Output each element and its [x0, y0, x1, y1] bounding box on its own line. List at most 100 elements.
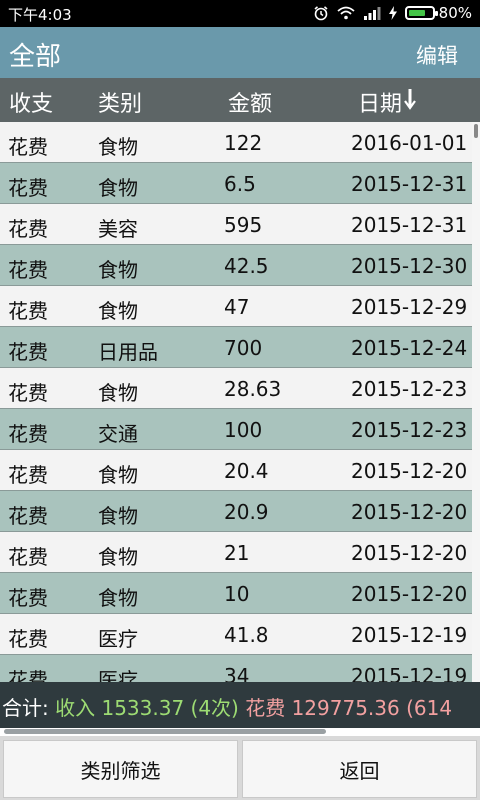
list-item[interactable]: 花费 美容 595 2015-12-31	[0, 204, 472, 245]
row-category: 食物	[98, 504, 138, 528]
row-category: 医疗	[98, 668, 138, 682]
totals-income: 收入 1533.37 (4次)	[55, 696, 239, 720]
row-amount: 6.5	[224, 172, 256, 196]
back-button[interactable]: 返回	[242, 740, 477, 798]
title-bar: 全部 编辑	[0, 27, 480, 78]
row-type: 花费	[8, 586, 48, 610]
arrow-down-icon	[404, 88, 416, 116]
status-icons: 80%	[313, 4, 472, 22]
row-category: 食物	[98, 586, 138, 610]
list-item[interactable]: 花费 食物 42.5 2015-12-30	[0, 245, 472, 286]
column-header: 收支 类别 金额 日期	[0, 78, 480, 122]
row-amount: 122	[224, 131, 263, 155]
wifi-icon	[337, 6, 355, 20]
row-category: 食物	[98, 135, 138, 159]
row-type: 花费	[8, 545, 48, 569]
bottom-button-bar: 类别筛选 返回	[0, 736, 480, 800]
row-category: 食物	[98, 299, 138, 323]
row-date: 2015-12-31	[351, 172, 468, 196]
column-header-amount[interactable]: 金额	[228, 86, 272, 118]
list-item[interactable]: 花费 食物 122 2016-01-01	[0, 122, 472, 163]
list-item[interactable]: 花费 食物 20.9 2015-12-20	[0, 491, 472, 532]
row-date: 2015-12-20	[351, 582, 468, 606]
row-category: 食物	[98, 463, 138, 487]
row-category: 食物	[98, 381, 138, 405]
status-bar: 下午4:03 80%	[0, 0, 480, 27]
totals-bar: 合计: 收入 1533.37 (4次) 花费 129775.36 (614	[0, 682, 480, 728]
row-amount: 47	[224, 295, 250, 319]
row-type: 花费	[8, 176, 48, 200]
row-type: 花费	[8, 381, 48, 405]
row-category: 食物	[98, 545, 138, 569]
row-amount: 595	[224, 213, 263, 237]
list-item[interactable]: 花费 食物 28.63 2015-12-23	[0, 368, 472, 409]
row-date: 2016-01-01	[351, 131, 468, 155]
record-list[interactable]: 花费 食物 122 2016-01-01 花费 食物 6.5 2015-12-31 花费 美容 59…	[0, 122, 480, 682]
row-amount: 10	[224, 582, 250, 606]
row-category: 日用品	[98, 340, 158, 364]
row-type: 花费	[8, 340, 48, 364]
vertical-scrollbar[interactable]	[474, 124, 478, 138]
totals-label: 合计:	[2, 696, 56, 720]
row-amount: 28.63	[224, 377, 282, 401]
row-date: 2015-12-20	[351, 459, 468, 483]
row-category: 医疗	[98, 627, 138, 651]
battery-icon	[404, 6, 438, 20]
row-date: 2015-12-20	[351, 541, 468, 565]
row-type: 花费	[8, 463, 48, 487]
row-date: 2015-12-23	[351, 377, 468, 401]
page-title: 全部	[9, 42, 62, 72]
status-time: 下午4:03	[8, 6, 72, 24]
totals-expense: 花费 129775.36 (614	[245, 696, 453, 720]
column-header-date[interactable]: 日期	[358, 86, 416, 118]
list-item[interactable]: 花费 交通 100 2015-12-23	[0, 409, 472, 450]
column-header-category[interactable]: 类别	[98, 86, 142, 118]
list-item[interactable]: 花费 食物 47 2015-12-29	[0, 286, 472, 327]
row-type: 花费	[8, 668, 48, 682]
signal-icon	[363, 6, 381, 20]
row-date: 2015-12-19	[351, 623, 468, 647]
list-item[interactable]: 花费 医疗 34 2015-12-19	[0, 655, 472, 682]
list-item[interactable]: 花费 食物 10 2015-12-20	[0, 573, 472, 614]
row-amount: 20.4	[224, 459, 269, 483]
row-amount: 21	[224, 541, 250, 565]
charging-icon	[388, 6, 397, 20]
row-date: 2015-12-23	[351, 418, 468, 442]
list-item[interactable]: 花费 食物 6.5 2015-12-31	[0, 163, 472, 204]
row-type: 花费	[8, 504, 48, 528]
list-item[interactable]: 花费 日用品 700 2015-12-24	[0, 327, 472, 368]
row-date: 2015-12-30	[351, 254, 468, 278]
category-filter-button[interactable]: 类别筛选	[3, 740, 238, 798]
row-type: 花费	[8, 299, 48, 323]
battery-indicator: 80%	[404, 4, 472, 22]
row-date: 2015-12-20	[351, 500, 468, 524]
row-category: 食物	[98, 258, 138, 282]
row-type: 花费	[8, 422, 48, 446]
row-type: 花费	[8, 627, 48, 651]
row-date: 2015-12-19	[351, 664, 468, 682]
row-amount: 42.5	[224, 254, 269, 278]
row-category: 美容	[98, 217, 138, 241]
list-item[interactable]: 花费 食物 20.4 2015-12-20	[0, 450, 472, 491]
row-type: 花费	[8, 258, 48, 282]
row-amount: 700	[224, 336, 263, 360]
battery-percent: 80%	[438, 4, 472, 22]
column-header-date-label: 日期	[358, 92, 403, 117]
list-item[interactable]: 花费 医疗 41.8 2015-12-19	[0, 614, 472, 655]
row-amount: 41.8	[224, 623, 269, 647]
alarm-icon	[313, 5, 329, 21]
row-date: 2015-12-24	[351, 336, 468, 360]
row-amount: 20.9	[224, 500, 269, 524]
row-type: 花费	[8, 217, 48, 241]
row-date: 2015-12-31	[351, 213, 468, 237]
edit-button[interactable]: 编辑	[416, 40, 458, 70]
list-item[interactable]: 花费 食物 21 2015-12-20	[0, 532, 472, 573]
horizontal-scrollbar[interactable]	[4, 729, 326, 734]
row-amount: 100	[224, 418, 263, 442]
row-category: 食物	[98, 176, 138, 200]
row-type: 花费	[8, 135, 48, 159]
column-header-type[interactable]: 收支	[9, 86, 53, 118]
row-amount: 34	[224, 664, 250, 682]
row-category: 交通	[98, 422, 138, 446]
row-date: 2015-12-29	[351, 295, 468, 319]
